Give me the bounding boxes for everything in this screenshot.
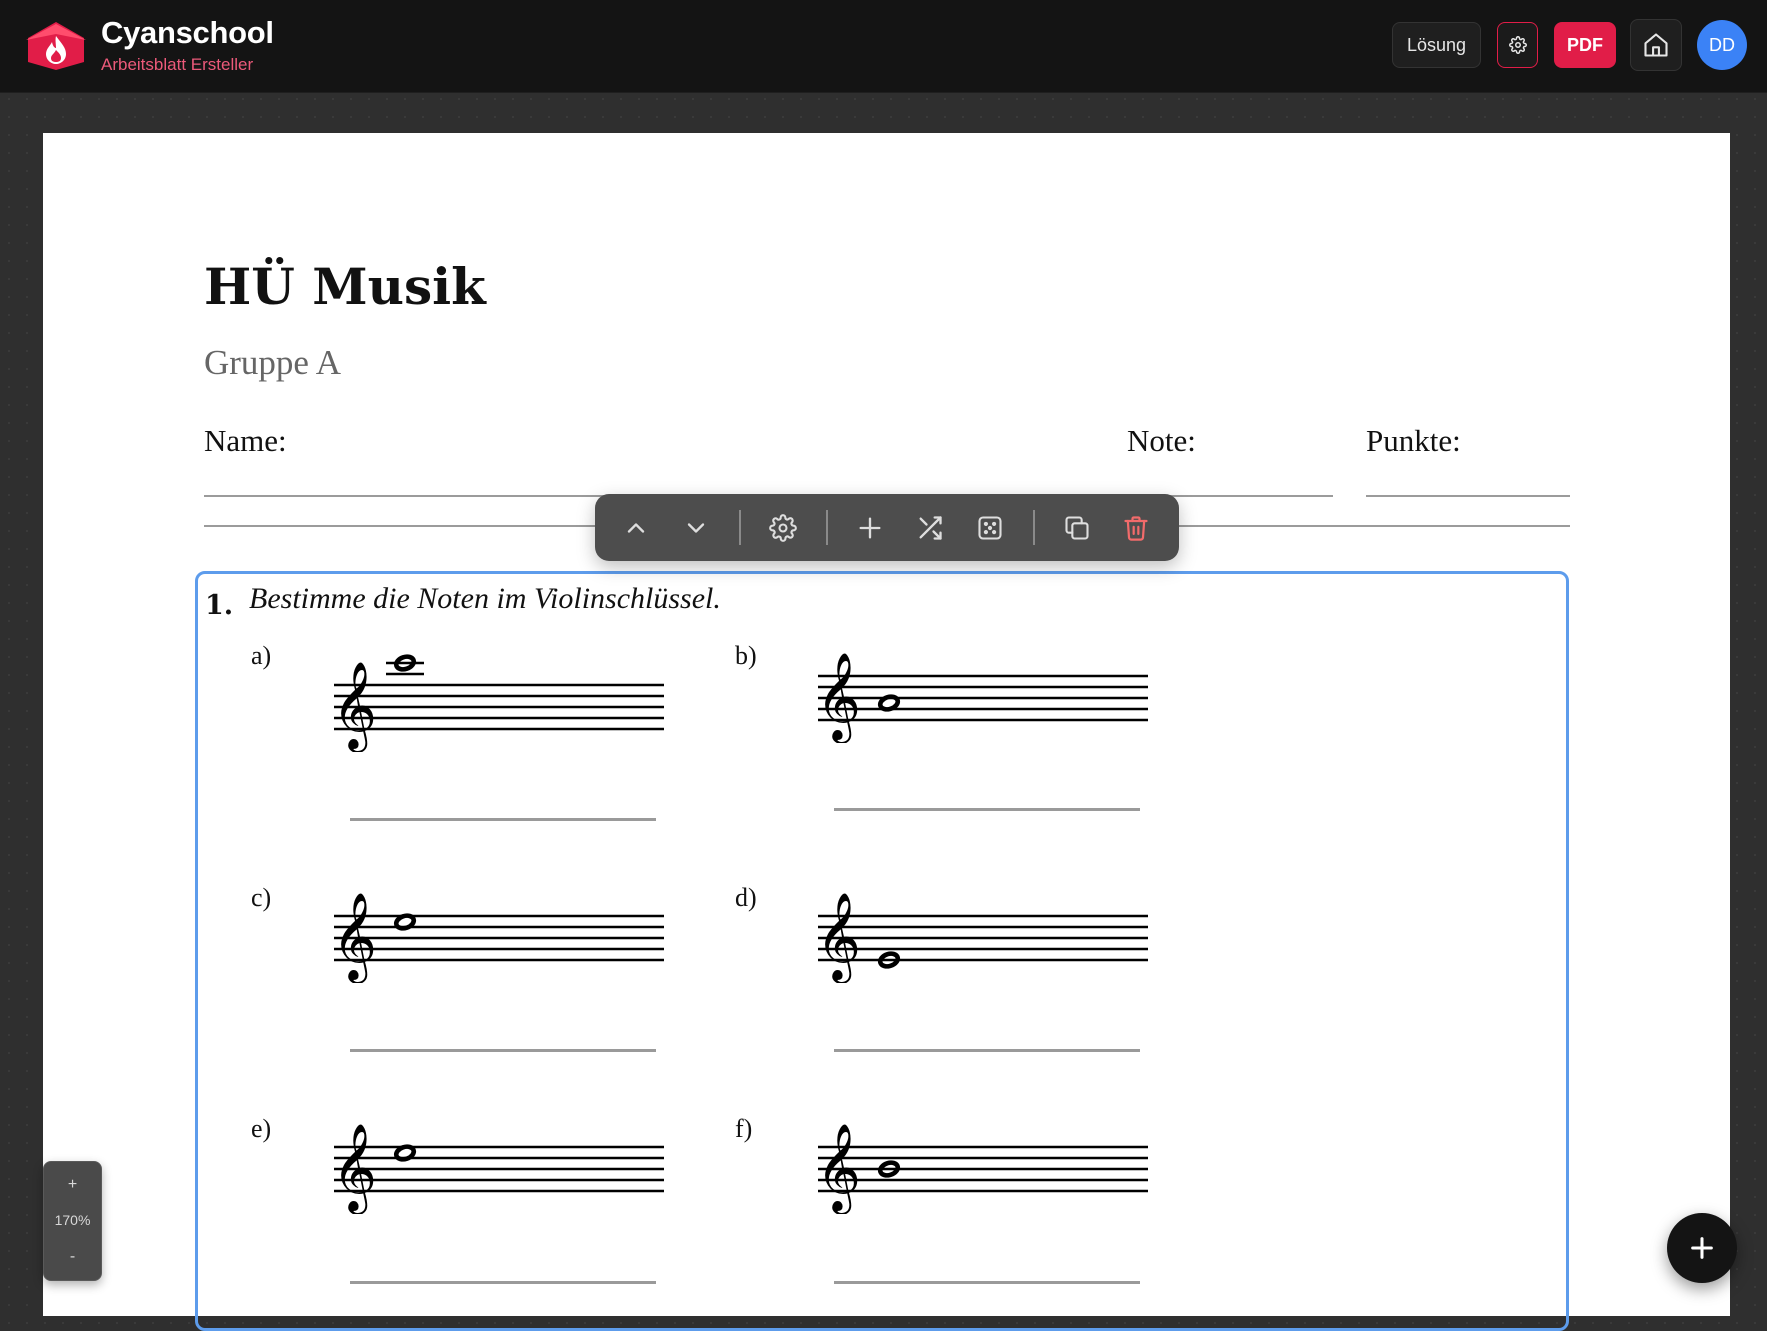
treble-clef-icon: 𝄞 (334, 891, 377, 983)
home-icon (1644, 33, 1668, 57)
treble-clef-icon: 𝄞 (334, 1122, 377, 1214)
logo-icon (26, 22, 86, 70)
group-subtitle[interactable]: Gruppe A (204, 343, 341, 383)
home-button[interactable] (1630, 19, 1682, 71)
item-label-a: a) (251, 641, 272, 670)
duplicate-button[interactable] (1055, 506, 1099, 550)
worksheet-page: HÜ Musik Gruppe A Name: Note: Punkte: 1.… (43, 133, 1730, 1331)
answer-line-d[interactable] (834, 1049, 1140, 1052)
block-settings-button[interactable] (761, 506, 805, 550)
item-label-e: e) (251, 1114, 272, 1143)
plus-icon (1691, 1237, 1713, 1259)
toolbar-divider (1033, 510, 1035, 545)
treble-clef-icon: 𝄞 (818, 891, 861, 983)
zoom-control: + 170% - (43, 1161, 102, 1281)
zoom-level: 170% (54, 1212, 91, 1228)
answer-line-b[interactable] (834, 808, 1140, 811)
move-down-button[interactable] (674, 506, 718, 550)
staff-b: 𝄞 (818, 651, 1148, 743)
page-title[interactable]: HÜ Musik (204, 257, 486, 316)
grade-label: Note: (1127, 423, 1196, 458)
brand-title: Cyanschool (101, 15, 274, 50)
zoom-out-button[interactable]: - (44, 1248, 101, 1266)
treble-clef-icon: 𝄞 (334, 660, 377, 752)
item-label-d: d) (735, 883, 757, 912)
staff-a: 𝄞 (334, 654, 664, 752)
dice-icon (978, 516, 1002, 540)
move-up-button[interactable] (614, 506, 658, 550)
gear-icon (769, 514, 797, 542)
avatar[interactable]: DD (1697, 20, 1747, 70)
item-label-b: b) (735, 641, 757, 670)
item-label-c: c) (251, 883, 272, 912)
staff-d: 𝄞 (818, 891, 1148, 983)
treble-clef-icon: 𝄞 (818, 1122, 861, 1214)
top-bar: Cyanschool Arbeitsblatt Ersteller Lösung… (0, 0, 1767, 93)
item-label-f: f) (735, 1114, 753, 1143)
task-instruction[interactable]: Bestimme die Noten im Violinschlüssel. (249, 582, 721, 616)
copy-icon (1065, 516, 1089, 540)
staff-f: 𝄞 (818, 1122, 1148, 1214)
task-number: 1. (205, 590, 234, 621)
solution-button[interactable]: Lösung (1392, 22, 1481, 68)
name-label: Name: (204, 423, 287, 458)
treble-clef-icon: 𝄞 (818, 651, 861, 743)
toolbar-divider (739, 510, 741, 545)
zoom-in-button[interactable]: + (44, 1176, 101, 1194)
shuffle-button[interactable] (908, 506, 952, 550)
chevron-up-icon (627, 523, 645, 533)
add-block-button[interactable] (1667, 1213, 1737, 1283)
staff-c: 𝄞 (334, 891, 664, 983)
plus-icon (859, 517, 881, 539)
gear-icon (1508, 36, 1527, 54)
points-line (1366, 495, 1570, 497)
task-block[interactable]: 1. Bestimme die Noten im Violinschlüssel… (195, 571, 1569, 1331)
chevron-down-icon (687, 523, 705, 533)
settings-button[interactable] (1497, 22, 1538, 68)
add-item-button[interactable] (848, 506, 892, 550)
staff-e: 𝄞 (334, 1122, 664, 1214)
delete-button[interactable] (1114, 506, 1158, 550)
answer-line-c[interactable] (350, 1049, 656, 1052)
trash-icon (1124, 516, 1148, 541)
answer-line-e[interactable] (350, 1281, 656, 1284)
answer-line-f[interactable] (834, 1281, 1140, 1284)
toolbar-divider (826, 510, 828, 545)
pdf-button[interactable]: PDF (1554, 22, 1616, 68)
answer-line-a[interactable] (350, 818, 656, 821)
points-label: Punkte: (1366, 423, 1461, 458)
shuffle-icon (919, 516, 942, 540)
randomize-button[interactable] (968, 506, 1012, 550)
block-toolbar (595, 494, 1179, 561)
brand-subtitle: Arbeitsblatt Ersteller (101, 55, 254, 74)
